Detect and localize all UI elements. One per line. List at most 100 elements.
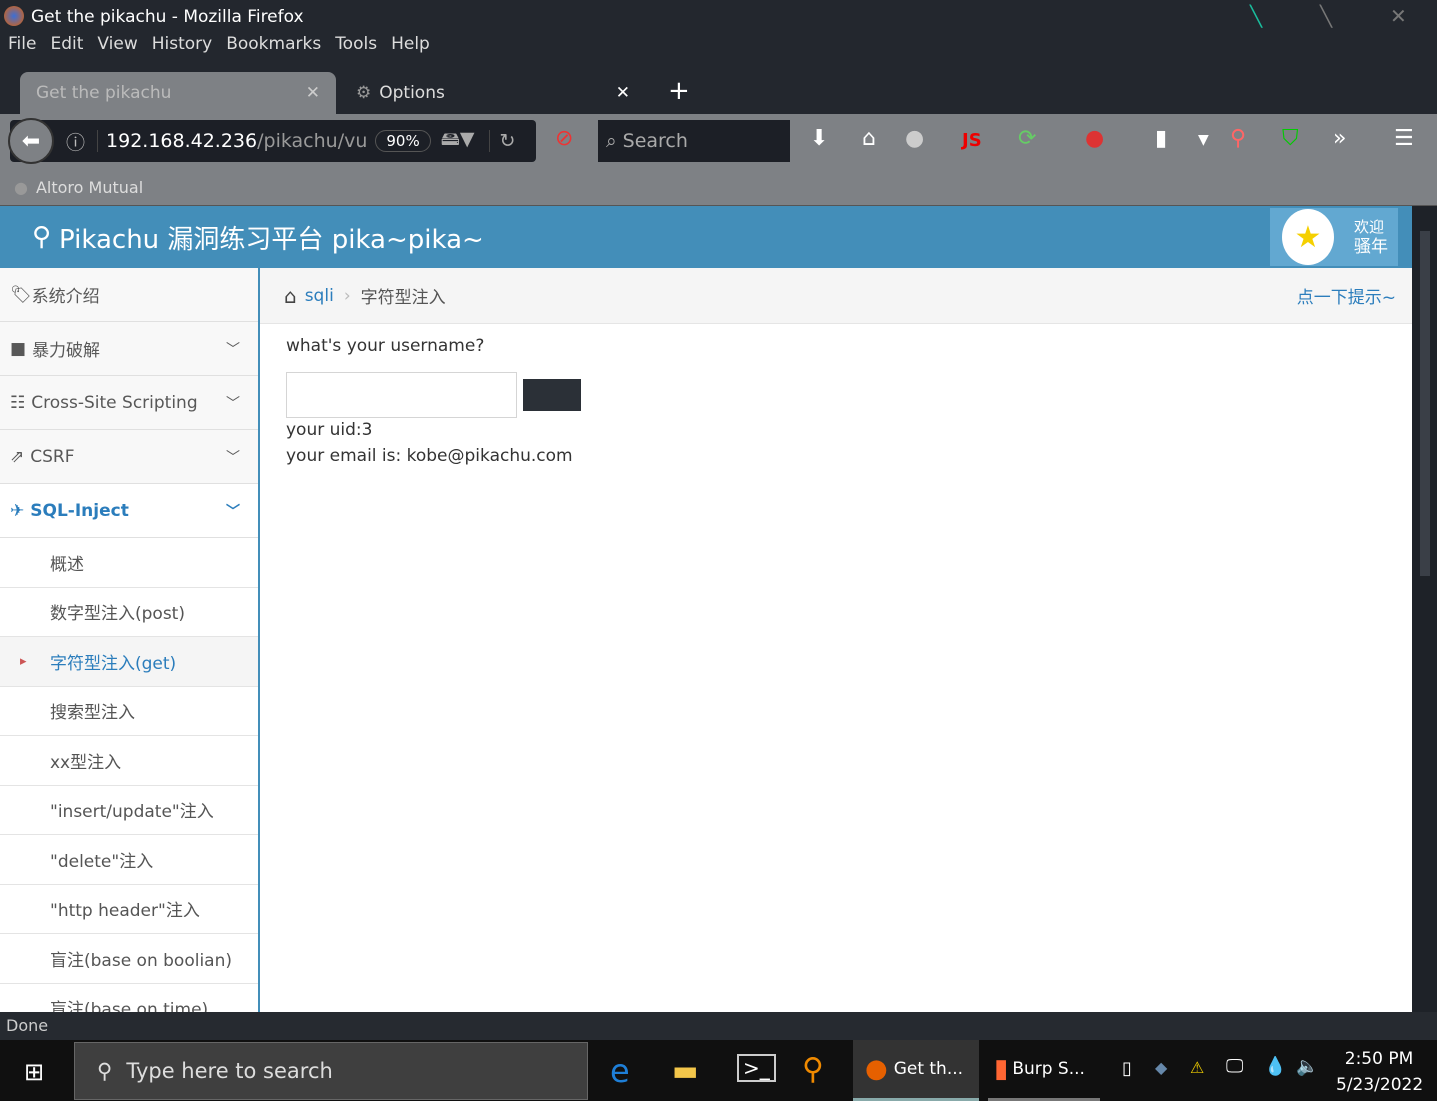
taskbar-burp[interactable]: ▮ Burp S...	[988, 1040, 1100, 1101]
list-icon: ☷	[10, 392, 26, 413]
search-placeholder: Type here to search	[126, 1059, 333, 1083]
tab-get-the-pikachu[interactable]: Get the pikachu ✕	[20, 72, 336, 114]
submenu-label: 盲注(base on time)	[50, 1000, 209, 1012]
site-header: ⚲ Pikachu 漏洞练习平台 pika~pika~ ★ 欢迎 骚年	[0, 206, 1412, 268]
edge-icon[interactable]: e	[610, 1052, 630, 1090]
noscript-icon[interactable]: ⊘	[555, 126, 573, 151]
magnifier-icon[interactable]: ⚲	[1230, 126, 1246, 151]
sidebar-item-xss[interactable]: ☷ Cross-Site Scripting ﹀	[0, 376, 258, 430]
nexus-icon[interactable]: ◆	[1155, 1058, 1167, 1077]
menu-edit[interactable]: Edit	[50, 34, 83, 54]
minimize-icon[interactable]: ╲	[1250, 4, 1262, 28]
windows-start-icon[interactable]: ⊞	[24, 1058, 44, 1086]
chevron-down-icon: ﹀	[226, 341, 240, 358]
submenu-item[interactable]: xx型注入	[0, 736, 258, 786]
avatar: ★	[1282, 209, 1334, 265]
submit-button[interactable]	[523, 379, 581, 411]
url-host: 192.168.42.236	[97, 130, 257, 152]
proxy-icon[interactable]: ⟳	[1018, 126, 1036, 151]
new-tab-icon[interactable]: +	[668, 76, 690, 106]
sidebar: 🏷 系统介绍 ■ 暴力破解 ﹀ ☷ Cross-Site Scripting ﹀ ⇗ CSR…	[0, 268, 260, 1012]
js-icon[interactable]: JS	[962, 130, 982, 151]
vm-warning-icon[interactable]: ⚠	[1190, 1058, 1204, 1077]
shield-icon[interactable]: ⛉	[1282, 126, 1299, 151]
menu-help[interactable]: Help	[391, 34, 430, 54]
search-icon: ⚲	[97, 1059, 113, 1083]
username-input[interactable]	[286, 372, 517, 418]
submenu-item[interactable]: "insert/update"注入	[0, 785, 258, 835]
drop-icon[interactable]: 💧	[1264, 1056, 1286, 1077]
tab-options[interactable]: ⚙ Options ✕	[340, 72, 646, 114]
back-icon[interactable]: ⬅	[8, 118, 54, 164]
submenu-item[interactable]: ▸ 字符型注入(get)	[0, 637, 258, 687]
home-icon: ⌂	[284, 283, 297, 308]
taskbar-search[interactable]: ⚲ Type here to search	[74, 1042, 588, 1100]
window-title: Get the pikachu - Mozilla Firefox	[31, 7, 304, 27]
menu-file[interactable]: File	[8, 34, 36, 54]
reload-icon[interactable]: ↻	[488, 130, 515, 152]
submenu-item[interactable]: "http header"注入	[0, 884, 258, 934]
hackbar-icon[interactable]: ●	[1085, 126, 1104, 151]
search-tool-icon[interactable]: ⚲	[802, 1052, 824, 1087]
overflow-icon[interactable]: »	[1333, 126, 1346, 151]
search-bar[interactable]: ⌕ Search	[598, 120, 790, 162]
home-icon[interactable]: ⌂	[862, 126, 876, 151]
firefox-icon: ●	[865, 1054, 888, 1084]
status-bar: Done	[0, 1012, 1437, 1040]
url-bar[interactable]: ⬅ ⓘ 192.168.42.236/pikachu/vu 90% 🖴▼ ↻	[8, 118, 536, 164]
submenu-item[interactable]: 概述	[0, 538, 258, 588]
caret-right-icon: ▸	[20, 653, 27, 669]
dropdown-icon[interactable]: ▼	[1198, 132, 1209, 148]
extension-icon[interactable]: ●	[905, 126, 924, 151]
gear-icon: ⚙	[356, 83, 372, 103]
scrollbar[interactable]	[1412, 206, 1437, 1012]
clock[interactable]: 2:50 PM 5/23/2022	[1336, 1046, 1423, 1098]
submenu-item[interactable]: 盲注(base on boolian)	[0, 934, 258, 984]
breadcrumb-sqli[interactable]: sqli	[305, 286, 334, 306]
title-bar: Get the pikachu - Mozilla Firefox ╲ ╲ ✕	[0, 0, 1437, 34]
submenu-item[interactable]: 数字型注入(post)	[0, 587, 258, 637]
sidebar-item-sqli[interactable]: ✈ SQL-Inject ﹀	[0, 484, 258, 538]
site-title[interactable]: Pikachu 漏洞练习平台 pika~pika~	[59, 219, 484, 256]
volume-icon[interactable]: 🔈	[1296, 1056, 1318, 1077]
server-icon[interactable]: 🖴▼	[441, 125, 475, 157]
download-icon[interactable]: ⬇	[810, 126, 828, 151]
submenu-label: "insert/update"注入	[50, 802, 214, 823]
submenu-item[interactable]: 搜索型注入	[0, 686, 258, 736]
breadcrumb: ⌂ sqli › 字符型注入 点一下提示~	[260, 268, 1412, 324]
menu-history[interactable]: History	[152, 34, 212, 54]
url-path: /pikachu/vu	[257, 130, 368, 152]
close-tab-icon[interactable]: ✕	[616, 83, 630, 103]
tab-label: Options	[379, 83, 445, 103]
network-icon[interactable]: 🖵	[1226, 1056, 1243, 1077]
share-icon: ⇗	[10, 446, 25, 467]
sidebar-item-intro[interactable]: 🏷 系统介绍	[0, 268, 258, 322]
taskbar-firefox[interactable]: ● Get th...	[853, 1040, 979, 1101]
sidebar-item-csrf[interactable]: ⇗ CSRF ﹀	[0, 430, 258, 484]
user-info[interactable]: ★ 欢迎 骚年	[1270, 208, 1398, 266]
terminal-icon[interactable]: >_	[737, 1054, 776, 1082]
app-label: Get th...	[893, 1059, 964, 1079]
submenu-item[interactable]: "delete"注入	[0, 835, 258, 885]
close-window-icon[interactable]: ✕	[1390, 4, 1407, 28]
file-explorer-icon[interactable]: ▬	[672, 1054, 698, 1087]
submenu-item[interactable]: 盲注(base on time)	[0, 983, 258, 1012]
extension-icon[interactable]: ▮	[1155, 126, 1167, 151]
scrollbar-thumb[interactable]	[1420, 231, 1430, 576]
maximize-icon[interactable]: ╲	[1320, 4, 1332, 28]
search-icon: ⌕	[606, 130, 617, 152]
hamburger-menu-icon[interactable]: ☰	[1394, 126, 1414, 151]
menu-tools[interactable]: Tools	[335, 34, 377, 54]
menu-view[interactable]: View	[97, 34, 137, 54]
chevron-right-icon: ›	[343, 285, 351, 306]
chevron-down-icon: ﹀	[226, 395, 240, 412]
main-content: what's your username? your uid:3 your em…	[286, 336, 581, 466]
sidebar-item-bruteforce[interactable]: ■ 暴力破解 ﹀	[0, 322, 258, 376]
zoom-level[interactable]: 90%	[375, 130, 431, 152]
bookmark-altoro-mutual[interactable]: Altoro Mutual	[36, 178, 143, 197]
info-icon[interactable]: ⓘ	[66, 128, 85, 155]
close-tab-icon[interactable]: ✕	[306, 83, 320, 103]
hint-link[interactable]: 点一下提示~	[1297, 283, 1396, 308]
menu-bookmarks[interactable]: Bookmarks	[226, 34, 321, 54]
usb-icon[interactable]: ▯	[1122, 1058, 1132, 1079]
